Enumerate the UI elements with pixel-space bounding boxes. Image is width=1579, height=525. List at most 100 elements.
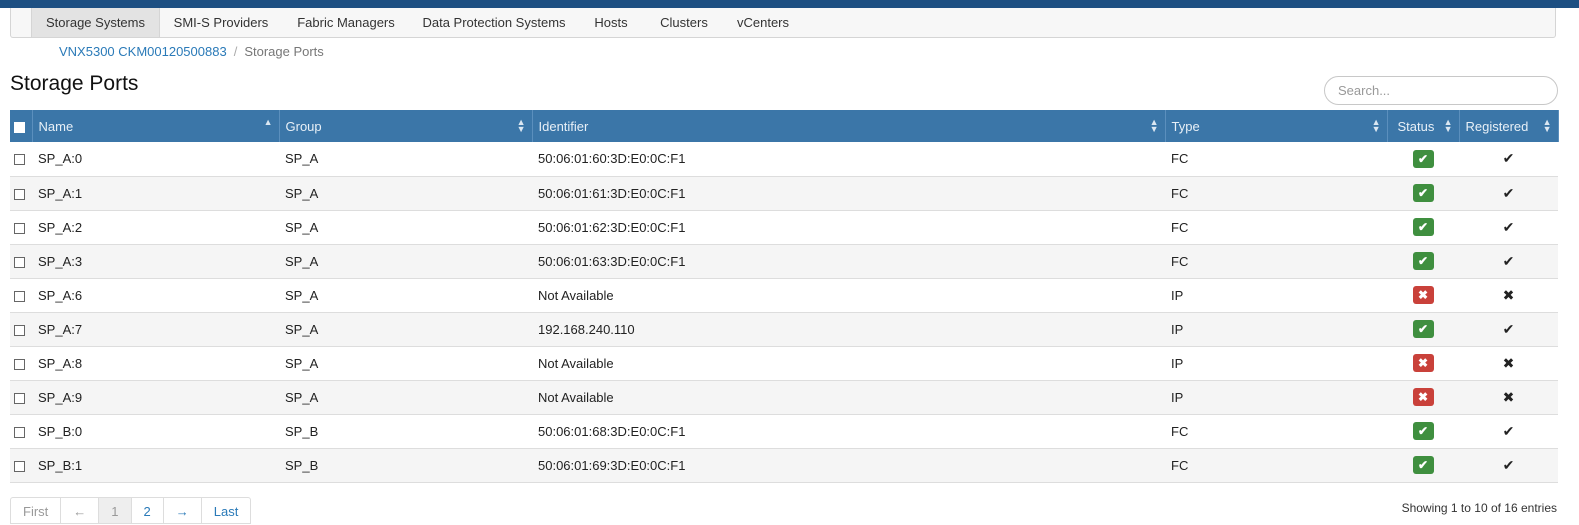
table-row[interactable]: SP_A:2 SP_A 50:06:01:62:3D:E0:0C:F1 FC ✔ ✔	[10, 210, 1558, 245]
tab-data-protection-systems[interactable]: Data Protection Systems	[414, 8, 574, 37]
tab-fabric-managers[interactable]: Fabric Managers	[287, 8, 405, 37]
cell-registered: ✔	[1459, 210, 1558, 245]
col-header-identifier-label: Identifier	[538, 118, 589, 134]
col-header-name-label: Name	[38, 118, 74, 134]
row-select-cell	[10, 210, 32, 245]
col-header-registered[interactable]: Registered ▲ ▼	[1459, 110, 1559, 142]
table-row[interactable]: SP_A:9 SP_A Not Available IP ✖ ✖	[10, 380, 1558, 415]
cell-status: ✔	[1387, 244, 1459, 279]
row-checkbox[interactable]	[14, 256, 25, 268]
col-header-type-label: Type	[1171, 118, 1200, 134]
unregistered-x-icon: ✖	[1502, 286, 1515, 303]
registered-check-icon: ✔	[1502, 252, 1515, 269]
row-select-cell	[10, 448, 32, 483]
row-checkbox[interactable]	[14, 188, 25, 200]
breadcrumb: VNX5300 CKM00120500883 / Storage Ports	[59, 44, 324, 59]
cell-registered: ✔	[1459, 142, 1558, 177]
status-error-icon: ✖	[1412, 388, 1434, 406]
row-checkbox[interactable]	[14, 358, 25, 370]
pagination-page-1[interactable]: 1	[99, 497, 132, 524]
status-error-icon: ✖	[1412, 354, 1434, 372]
col-header-name[interactable]: Name ▲	[32, 110, 280, 142]
row-select-cell	[10, 414, 32, 449]
row-checkbox[interactable]	[14, 222, 25, 234]
status-ok-icon: ✔	[1412, 422, 1434, 440]
search-input[interactable]	[1324, 76, 1558, 105]
breadcrumb-parent-link[interactable]: VNX5300 CKM00120500883	[59, 44, 227, 59]
cell-name: SP_A:0	[32, 142, 279, 177]
pagination-prev-button[interactable]: ←	[61, 497, 100, 524]
row-checkbox[interactable]	[14, 290, 25, 302]
row-checkbox[interactable]	[14, 324, 25, 336]
cell-type: IP	[1165, 346, 1387, 381]
page-title: Storage Ports	[10, 72, 139, 95]
tab-smi-s-providers[interactable]: SMI-S Providers	[161, 8, 281, 37]
col-header-identifier[interactable]: Identifier ▲ ▼	[532, 110, 1166, 142]
row-checkbox[interactable]	[14, 426, 25, 438]
table-info: Showing 1 to 10 of 16 entries	[1401, 501, 1557, 515]
pagination-last-button[interactable]: Last	[201, 497, 252, 524]
row-checkbox[interactable]	[14, 154, 25, 166]
tab-hosts[interactable]: Hosts	[583, 8, 639, 37]
row-select-cell	[10, 312, 32, 347]
cell-status: ✖	[1387, 346, 1459, 381]
table-row[interactable]: SP_A:1 SP_A 50:06:01:61:3D:E0:0C:F1 FC ✔ ✔	[10, 176, 1558, 211]
top-banner	[0, 0, 1579, 8]
status-ok-icon: ✔	[1412, 456, 1434, 474]
row-select-cell	[10, 176, 32, 211]
cell-identifier: 50:06:01:60:3D:E0:0C:F1	[532, 142, 1165, 177]
sort-icon: ▲ ▼	[1371, 117, 1381, 134]
cell-group: SP_A	[279, 210, 532, 245]
cell-name: SP_B:1	[32, 448, 279, 483]
table-row[interactable]: SP_A:0 SP_A 50:06:01:60:3D:E0:0C:F1 FC ✔ ✔	[10, 142, 1558, 177]
table-row[interactable]: SP_B:0 SP_B 50:06:01:68:3D:E0:0C:F1 FC ✔ ✔	[10, 414, 1558, 449]
breadcrumb-separator: /	[233, 44, 238, 59]
registered-check-icon: ✔	[1502, 218, 1515, 235]
cell-name: SP_A:7	[32, 312, 279, 347]
pagination-page-2[interactable]: 2	[131, 497, 164, 524]
cell-group: SP_A	[279, 278, 532, 313]
pagination-next-button[interactable]: →	[163, 497, 202, 524]
table-row[interactable]: SP_A:8 SP_A Not Available IP ✖ ✖	[10, 346, 1558, 381]
cell-registered: ✔	[1459, 448, 1558, 483]
table-row[interactable]: SP_A:6 SP_A Not Available IP ✖ ✖	[10, 278, 1558, 313]
col-header-type[interactable]: Type ▲ ▼	[1165, 110, 1388, 142]
row-checkbox[interactable]	[14, 392, 25, 404]
cell-group: SP_A	[279, 380, 532, 415]
cell-identifier: Not Available	[532, 346, 1165, 381]
unregistered-x-icon: ✖	[1502, 354, 1515, 371]
col-header-group[interactable]: Group ▲ ▼	[279, 110, 533, 142]
tab-clusters[interactable]: Clusters	[647, 8, 721, 37]
cell-group: SP_A	[279, 142, 532, 177]
cell-name: SP_A:8	[32, 346, 279, 381]
cell-status: ✖	[1387, 278, 1459, 313]
status-error-icon: ✖	[1412, 286, 1434, 304]
pagination: First ← 1 2 → Last	[10, 497, 252, 524]
cell-type: FC	[1165, 244, 1387, 279]
cell-name: SP_A:1	[32, 176, 279, 211]
registered-check-icon: ✔	[1502, 184, 1515, 201]
table-row[interactable]: SP_A:3 SP_A 50:06:01:63:3D:E0:0C:F1 FC ✔ ✔	[10, 244, 1558, 279]
row-select-cell	[10, 346, 32, 381]
cell-identifier: Not Available	[532, 380, 1165, 415]
cell-identifier: 50:06:01:69:3D:E0:0C:F1	[532, 448, 1165, 483]
table-row[interactable]: SP_B:1 SP_B 50:06:01:69:3D:E0:0C:F1 FC ✔ ✔	[10, 448, 1558, 483]
cell-group: SP_B	[279, 448, 532, 483]
nav-tabs: Storage Systems SMI-S Providers Fabric M…	[10, 8, 1556, 38]
pagination-first-button[interactable]: First	[10, 497, 62, 524]
table-row[interactable]: SP_A:7 SP_A 192.168.240.110 IP ✔ ✔	[10, 312, 1558, 347]
tab-vcenters[interactable]: vCenters	[727, 8, 799, 37]
cell-group: SP_A	[279, 346, 532, 381]
tab-storage-systems[interactable]: Storage Systems	[31, 8, 160, 37]
col-header-status[interactable]: Status ▲ ▼	[1387, 110, 1460, 142]
cell-type: FC	[1165, 414, 1387, 449]
sort-icon: ▲ ▼	[1149, 117, 1159, 134]
row-select-cell	[10, 380, 32, 415]
row-checkbox[interactable]	[14, 460, 25, 472]
cell-status: ✔	[1387, 414, 1459, 449]
select-all-checkbox[interactable]	[14, 121, 25, 133]
cell-type: IP	[1165, 278, 1387, 313]
cell-status: ✔	[1387, 176, 1459, 211]
cell-type: FC	[1165, 210, 1387, 245]
registered-check-icon: ✔	[1502, 422, 1515, 439]
